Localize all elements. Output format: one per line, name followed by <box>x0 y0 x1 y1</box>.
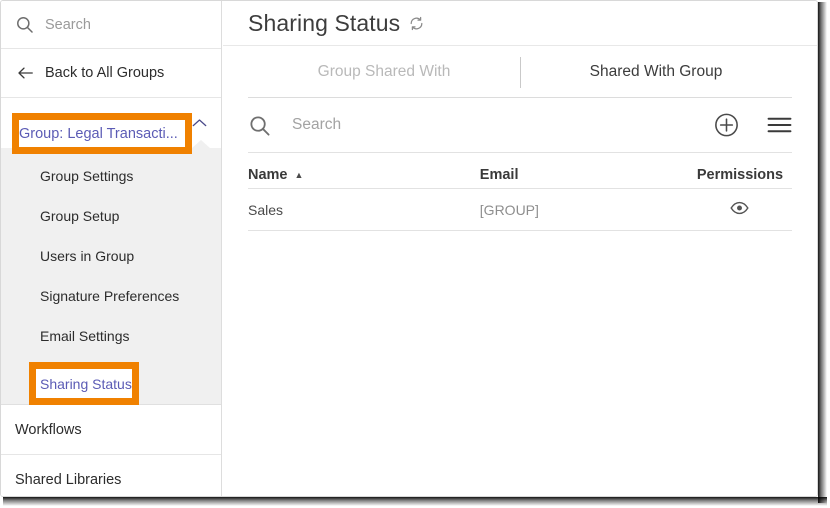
sidebar-item-label: Workflows <box>15 421 82 438</box>
sidebar-item-label: Email Settings <box>40 328 130 344</box>
refresh-icon[interactable] <box>409 16 424 31</box>
sharing-table: Name ▲ Email Permissions Sales [GROUP] <box>248 153 792 231</box>
main-content: Sharing Status Group Shared With Shared … <box>223 1 817 496</box>
column-header-label: Name <box>248 166 288 183</box>
window-shadow-bottom <box>3 497 827 506</box>
back-to-all-groups-button[interactable]: Back to All Groups <box>1 49 221 98</box>
sidebar: Search Back to All Groups Group: Legal T… <box>1 1 222 496</box>
app-window: Search Back to All Groups Group: Legal T… <box>0 0 818 497</box>
column-header-permissions[interactable]: Permissions <box>688 167 792 183</box>
sidebar-item-label: Group Setup <box>40 208 120 224</box>
column-header-label: Email <box>479 166 519 183</box>
search-icon <box>248 114 271 137</box>
cell-email: [GROUP] <box>479 201 539 218</box>
sidebar-item-group-setup[interactable]: Group Setup <box>1 196 221 236</box>
sidebar-item-users-in-group[interactable]: Users in Group <box>1 236 221 276</box>
sidebar-item-workflows[interactable]: Workflows <box>1 405 221 455</box>
back-to-all-groups-label: Back to All Groups <box>45 65 165 81</box>
search-icon <box>15 15 45 34</box>
tab-label: Group Shared With <box>317 62 451 80</box>
tab-bar: Group Shared With Shared With Group <box>248 46 792 98</box>
table-search-bar[interactable]: Search <box>248 98 792 153</box>
arrow-left-icon <box>15 64 45 82</box>
sidebar-item-label: Shared Libraries <box>15 471 122 488</box>
chevron-up-icon[interactable] <box>192 116 207 131</box>
tab-divider <box>520 57 521 88</box>
sidebar-submenu: Group Settings Group Setup Users in Grou… <box>1 140 221 405</box>
cell-permissions[interactable] <box>688 201 792 218</box>
page-title-row: Sharing Status <box>223 1 817 46</box>
table-header-row: Name ▲ Email Permissions <box>248 153 792 189</box>
group-header-highlight-backdrop <box>19 120 185 147</box>
eye-icon[interactable] <box>730 201 750 218</box>
column-header-email[interactable]: Email <box>480 167 688 183</box>
sidebar-item-signature-preferences[interactable]: Signature Preferences <box>1 276 221 316</box>
sharing-status-highlight-backdrop <box>36 369 132 398</box>
table-actions <box>714 113 792 138</box>
sidebar-item-label: Signature Preferences <box>40 288 180 304</box>
tab-label: Shared With Group <box>589 62 723 80</box>
sidebar-item-group-settings[interactable]: Group Settings <box>1 156 221 196</box>
sidebar-search-row[interactable]: Search <box>1 1 221 49</box>
hamburger-menu-icon[interactable] <box>767 115 792 136</box>
column-header-name[interactable]: Name ▲ <box>248 167 480 183</box>
column-header-label: Permissions <box>696 166 784 183</box>
add-icon[interactable] <box>714 113 739 138</box>
sidebar-item-shared-libraries[interactable]: Shared Libraries <box>1 455 221 496</box>
sort-ascending-icon: ▲ <box>294 169 304 180</box>
page-title: Sharing Status <box>248 9 401 36</box>
sidebar-search-placeholder: Search <box>45 16 91 33</box>
tab-group-shared-with[interactable]: Group Shared With <box>248 63 520 81</box>
sidebar-item-label: Users in Group <box>40 248 135 264</box>
table-search-placeholder: Search <box>292 116 342 133</box>
table-row[interactable]: Sales [GROUP] <box>248 189 792 231</box>
sidebar-item-label: Group Settings <box>40 168 134 184</box>
window-shadow-right <box>818 2 827 503</box>
cell-name: Sales <box>248 201 284 218</box>
sidebar-item-email-settings[interactable]: Email Settings <box>1 316 221 356</box>
tab-shared-with-group[interactable]: Shared With Group <box>520 63 792 81</box>
